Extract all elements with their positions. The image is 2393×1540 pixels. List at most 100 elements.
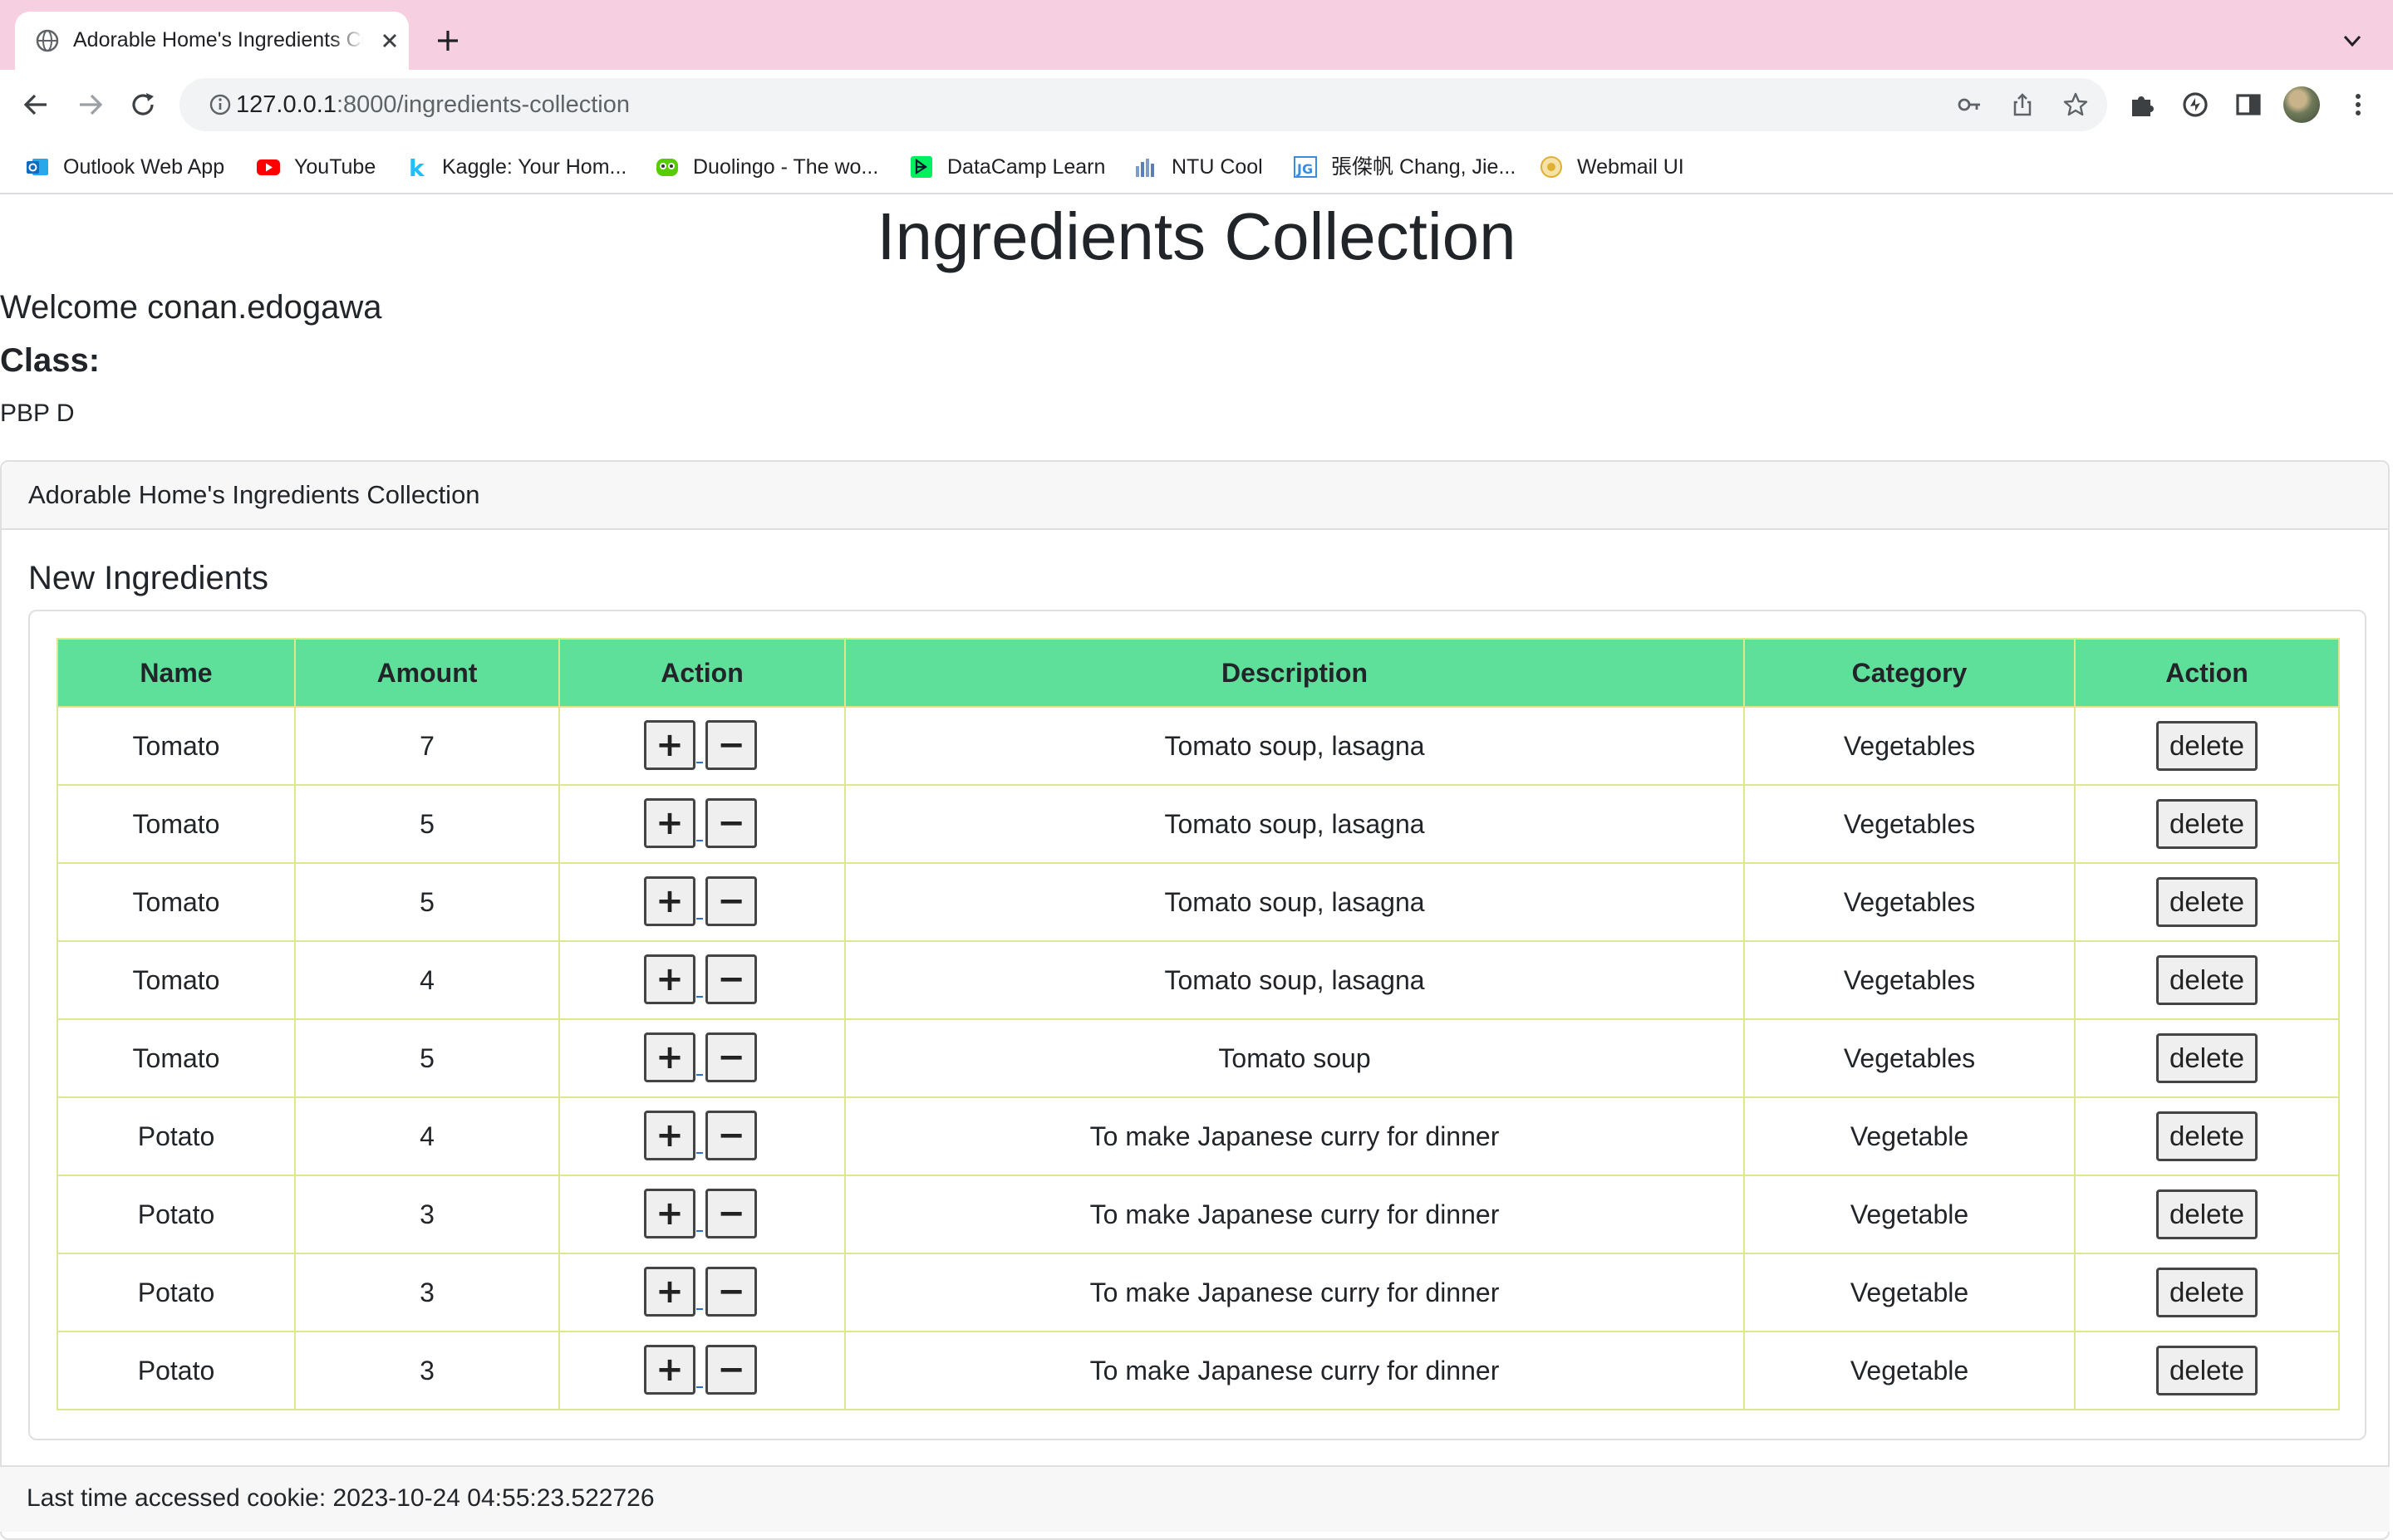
table-row: Potato 4 + − To make Japanese curry for dinn… <box>57 1096 2340 1176</box>
decrement-button[interactable]: − <box>705 954 757 1004</box>
cell-amount: 4 <box>294 1096 560 1176</box>
tab-title: Adorable Home's Ingredients Collection <box>73 26 364 54</box>
increment-button[interactable]: + <box>644 1111 695 1160</box>
cell-category: Vegetables <box>1743 862 2076 942</box>
cell-name: Tomato <box>57 784 296 864</box>
tab-search-chevron-icon[interactable] <box>2340 28 2365 53</box>
increment-button[interactable]: + <box>644 1032 695 1082</box>
bookmark-star-icon[interactable] <box>2062 91 2089 118</box>
cell-delete: delete <box>2074 1253 2340 1332</box>
delete-button[interactable]: delete <box>2156 955 2258 1005</box>
header-action: Action <box>558 638 846 708</box>
share-icon[interactable] <box>2009 91 2036 118</box>
amount-stepper: + − <box>644 1267 760 1318</box>
decrement-button[interactable]: − <box>705 1189 757 1238</box>
table-row: Tomato 5 + − Tomato soup, lasagna Vegetables d… <box>57 784 2340 864</box>
address-bar[interactable]: 127.0.0.1:8000/ingredients-collection <box>179 78 2107 131</box>
url-text: 127.0.0.1:8000/ingredients-collection <box>236 90 630 120</box>
cell-category: Vegetables <box>1743 784 2076 864</box>
cell-category: Vegetable <box>1743 1253 2076 1332</box>
header-category: Category <box>1743 638 2076 708</box>
last-login-text: Last time accessed cookie: 2023-10-24 04… <box>27 1484 655 1512</box>
delete-button[interactable]: delete <box>2156 799 2258 849</box>
stepper-divider <box>696 1308 703 1310</box>
increment-button[interactable]: + <box>644 1267 695 1317</box>
decrement-button[interactable]: − <box>705 1111 757 1160</box>
delete-button[interactable]: delete <box>2156 1268 2258 1317</box>
cell-action: + − <box>558 940 846 1020</box>
decrement-button[interactable]: − <box>705 1345 757 1395</box>
table-header-row: Name Amount Action Description Category … <box>57 638 2340 708</box>
cell-delete: delete <box>2074 784 2340 864</box>
cell-category: Vegetable <box>1743 1096 2076 1176</box>
page-title: Ingredients Collection <box>877 199 1516 273</box>
increment-button[interactable]: + <box>644 720 695 770</box>
site-info-icon[interactable] <box>208 92 233 117</box>
cell-name: Tomato <box>57 862 296 942</box>
cell-category: Vegetables <box>1743 1018 2076 1098</box>
forward-arrow-icon[interactable] <box>73 88 106 121</box>
tab-strip: Adorable Home's Ingredients Collection <box>0 0 2393 70</box>
delete-button[interactable]: delete <box>2156 1346 2258 1395</box>
section-title: New Ingredients <box>28 560 269 596</box>
cell-delete: delete <box>2074 1096 2340 1176</box>
profile-avatar[interactable] <box>2283 86 2320 123</box>
outlook-icon <box>27 159 48 175</box>
decrement-button[interactable]: − <box>705 1267 757 1317</box>
table-row: Tomato 5 + − Tomato soup, lasagna Vegetables d… <box>57 862 2340 942</box>
extensions-puzzle-icon[interactable] <box>2125 88 2159 121</box>
cell-action: + − <box>558 784 846 864</box>
close-tab-icon[interactable] <box>379 30 400 51</box>
delete-button[interactable]: delete <box>2156 721 2258 771</box>
decrement-button[interactable]: − <box>705 1032 757 1082</box>
cell-amount: 5 <box>294 862 560 942</box>
new-tab-icon[interactable] <box>432 25 464 56</box>
cell-action: + − <box>558 862 846 942</box>
increment-button[interactable]: + <box>644 798 695 848</box>
svg-text:k: k <box>409 154 425 179</box>
cell-action: + − <box>558 706 846 786</box>
password-key-icon[interactable] <box>1956 91 1983 118</box>
cell-category: Vegetable <box>1743 1331 2076 1410</box>
decrement-button[interactable]: − <box>705 876 757 926</box>
increment-button[interactable]: + <box>644 1189 695 1238</box>
more-menu-icon[interactable] <box>2341 88 2375 121</box>
increment-button[interactable]: + <box>644 1345 695 1395</box>
kaggle-icon: k <box>409 154 425 179</box>
ingredients-card: Adorable Home's Ingredients Collection N… <box>0 460 2390 1540</box>
cell-description: Tomato soup, lasagna <box>844 940 1745 1020</box>
stepper-divider <box>696 1230 703 1232</box>
class-value: PBP D <box>0 400 75 427</box>
cell-description: Tomato soup, lasagna <box>844 706 1745 786</box>
decrement-button[interactable]: − <box>705 720 757 770</box>
cell-delete: delete <box>2074 1331 2340 1410</box>
reload-icon[interactable] <box>126 88 160 121</box>
table-row: Tomato 7 + − Tomato soup, lasagna Vegetables d… <box>57 706 2340 786</box>
delete-button[interactable]: delete <box>2156 877 2258 927</box>
extension-icon[interactable] <box>2179 88 2212 121</box>
amount-stepper: + − <box>644 876 760 928</box>
table-row: Potato 3 + − To make Japanese curry for dinn… <box>57 1253 2340 1332</box>
amount-stepper: + − <box>644 1032 760 1084</box>
browser-tab[interactable]: Adorable Home's Ingredients Collection <box>15 12 409 70</box>
table-container: Name Amount Action Description Category … <box>28 610 2366 1440</box>
cell-action: + − <box>558 1096 846 1176</box>
increment-button[interactable]: + <box>644 954 695 1004</box>
welcome-text: Welcome conan.edogawa <box>0 289 382 326</box>
delete-button[interactable]: delete <box>2156 1033 2258 1083</box>
header-name: Name <box>57 638 296 708</box>
cell-delete: delete <box>2074 862 2340 942</box>
amount-stepper: + − <box>644 1189 760 1240</box>
decrement-button[interactable]: − <box>705 798 757 848</box>
url-host: 127.0.0.1 <box>236 91 337 118</box>
delete-button[interactable]: delete <box>2156 1111 2258 1161</box>
cell-action: + − <box>558 1175 846 1254</box>
increment-button[interactable]: + <box>644 876 695 926</box>
side-panel-icon[interactable] <box>2232 88 2265 121</box>
delete-button[interactable]: delete <box>2156 1189 2258 1239</box>
svg-text:JG: JG <box>1296 161 1313 177</box>
class-label: Class: <box>0 342 101 379</box>
cell-amount: 5 <box>294 1018 560 1098</box>
back-arrow-icon[interactable] <box>20 88 53 121</box>
cell-amount: 4 <box>294 940 560 1020</box>
